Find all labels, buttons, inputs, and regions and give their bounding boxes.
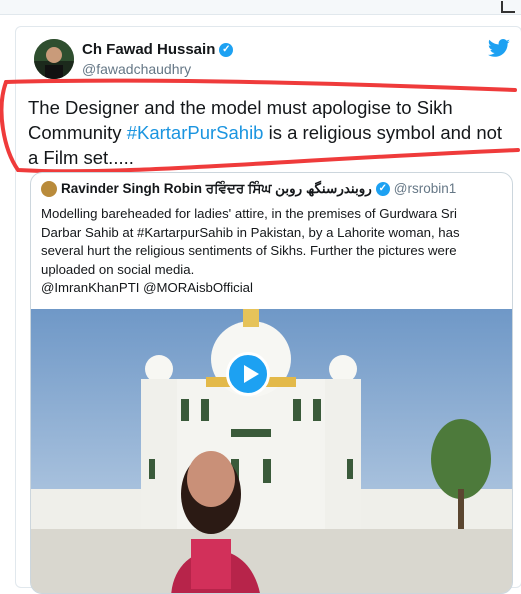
quoted-mentions[interactable]: @ImranKhanPTI @MORAisbOfficial [41, 279, 503, 298]
quoted-author-avatar[interactable] [41, 181, 57, 198]
quoted-author-handle[interactable]: @rsrobin1 [394, 181, 456, 196]
author-name[interactable]: Ch Fawad Hussain ✓ [82, 41, 234, 58]
tweet-text: The Designer and the model must apologis… [28, 95, 514, 170]
window-corner-icon [501, 1, 515, 13]
quoted-body-line: several hurt the religious sentiments of… [41, 243, 457, 258]
quoted-tweet-card[interactable]: Ravinder Singh Robin ਰਵਿੰਦਰ ਸਿੰਘ روبندرس… [30, 172, 513, 594]
window-top-strip [0, 0, 521, 15]
verified-badge-icon: ✓ [219, 43, 234, 58]
quoted-author-name[interactable]: Ravinder Singh Robin ਰਵਿੰਦਰ ਸਿੰਘ روبندرس… [61, 181, 372, 196]
quoted-tweet-header[interactable]: Ravinder Singh Robin ਰਵਿੰਦਰ ਸਿੰਘ روبندرس… [41, 181, 506, 198]
author-avatar[interactable] [34, 39, 74, 79]
quoted-body-line: uploaded on social media. [41, 261, 195, 277]
author-name-text[interactable]: Ch Fawad Hussain [82, 41, 215, 58]
quoted-body-line: Modelling bareheaded for ladies' attire,… [41, 206, 457, 221]
video-thumbnail[interactable] [31, 309, 512, 593]
quoted-tweet-body: Modelling bareheaded for ladies' attire,… [41, 205, 503, 298]
quoted-body-line: Darbar Sahib at #KartarpurSahib in Pakis… [41, 224, 460, 240]
author-handle[interactable]: @fawadchaudhry [82, 61, 191, 77]
twitter-bird-icon[interactable] [487, 39, 511, 59]
verified-badge-icon: ✓ [375, 182, 390, 197]
video-play-button[interactable] [226, 352, 270, 396]
tweet-hashtag-link[interactable]: #KartarPurSahib [127, 122, 264, 143]
